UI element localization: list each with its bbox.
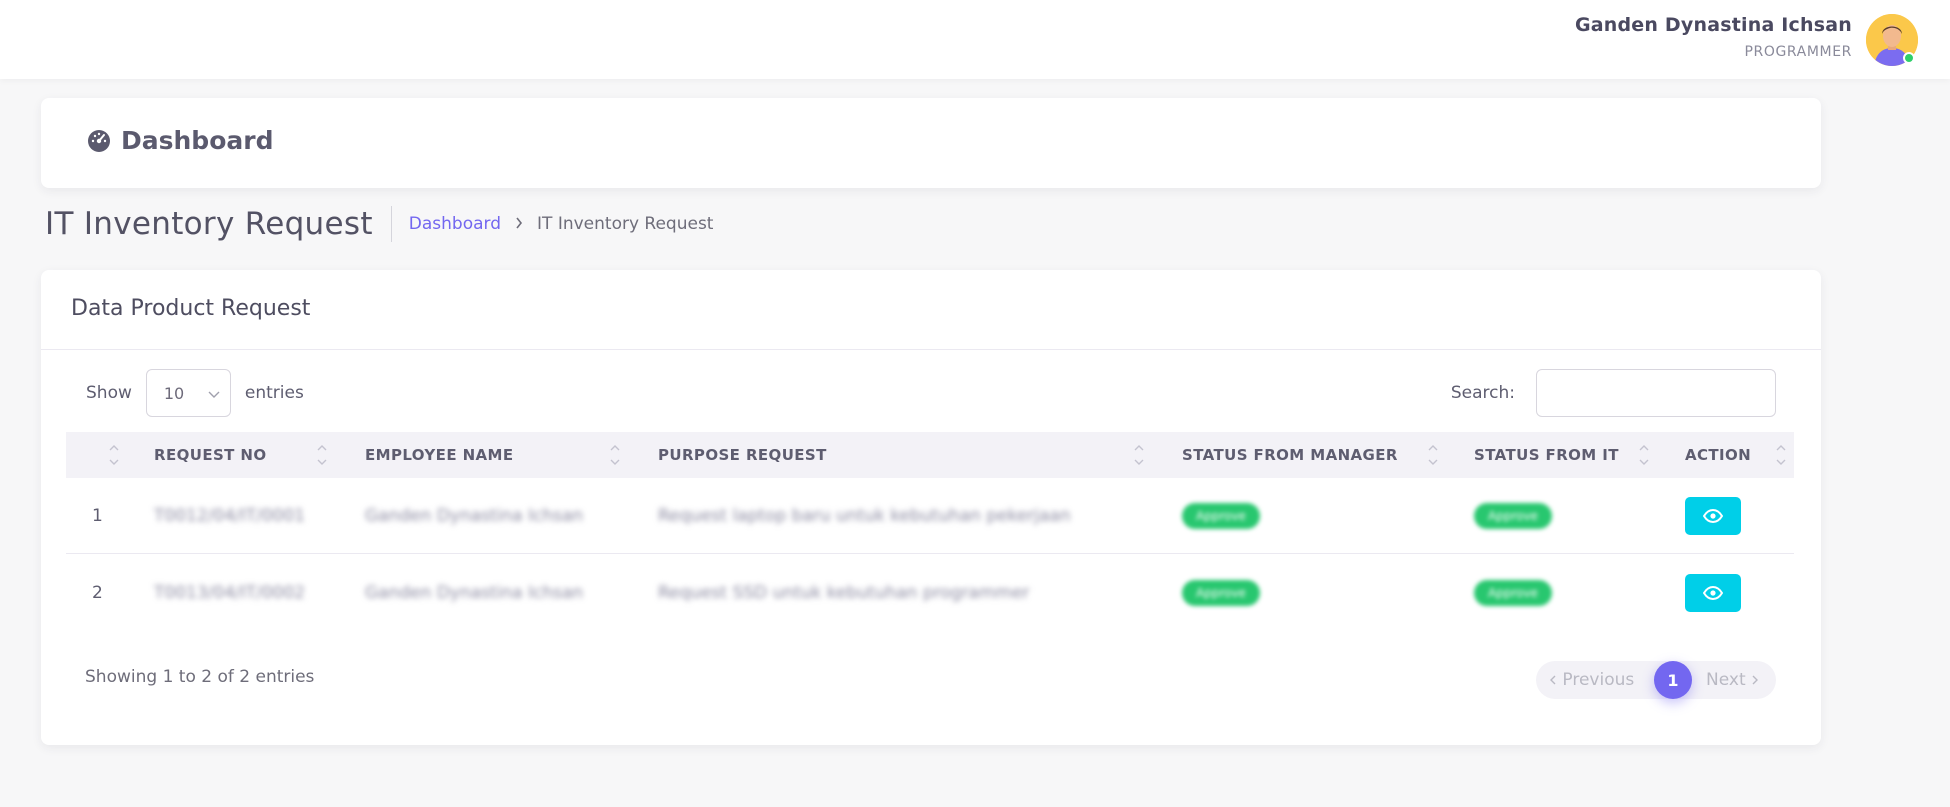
- dashboard-title-text: Dashboard: [121, 126, 274, 155]
- top-navbar: Ganden Dynastina Ichsan PROGRAMMER: [0, 0, 1950, 79]
- row-index: 2: [92, 583, 103, 603]
- page-heading: IT Inventory Request Dashboard IT Invent…: [45, 206, 713, 242]
- pagination: Previous 1 Next: [1536, 661, 1776, 699]
- purpose-request: Request laptop baru untuk kebutuhan peke…: [658, 506, 1071, 526]
- card-header: Data Product Request: [41, 270, 1821, 350]
- heading-divider: [390, 206, 392, 242]
- sort-arrows-icon: [1639, 445, 1649, 465]
- dashboard-gauge-icon: [88, 129, 110, 152]
- breadcrumb-dashboard-link[interactable]: Dashboard: [409, 214, 501, 234]
- next-page-button[interactable]: Next: [1706, 670, 1759, 690]
- table-row: 2 T0013/04/IT/0002 Ganden Dynastina Ichs…: [66, 555, 1794, 631]
- page-length-control: Show 10 entries: [86, 369, 304, 417]
- row-index: 1: [92, 506, 103, 526]
- search-label: Search:: [1450, 383, 1515, 403]
- dashboard-card: Dashboard: [41, 98, 1821, 188]
- previous-page-button[interactable]: Previous: [1550, 670, 1634, 690]
- employee-name: Ganden Dynastina Ichsan: [365, 506, 584, 526]
- eye-icon: [1703, 586, 1723, 600]
- user-info[interactable]: Ganden Dynastina Ichsan PROGRAMMER: [1575, 14, 1852, 60]
- view-button[interactable]: [1685, 574, 1741, 612]
- eye-icon: [1703, 509, 1723, 523]
- view-button[interactable]: [1685, 497, 1741, 535]
- status-it-cell: Approve: [1474, 478, 1552, 554]
- data-product-request-card: Data Product Request Show 10 entries Sea…: [41, 270, 1821, 745]
- sort-arrows-icon: [1428, 445, 1438, 465]
- breadcrumb-current: IT Inventory Request: [537, 214, 714, 234]
- page-title: IT Inventory Request: [45, 206, 373, 242]
- sort-arrows-icon: [610, 445, 620, 465]
- column-header-index[interactable]: [66, 432, 146, 478]
- action-cell: [1685, 555, 1741, 631]
- status-badge: Approve: [1474, 503, 1552, 529]
- table-info: Showing 1 to 2 of 2 entries: [85, 667, 315, 687]
- dashboard-title[interactable]: Dashboard: [87, 126, 273, 155]
- entries-label: entries: [244, 383, 304, 403]
- status-badge: Approve: [1182, 580, 1260, 606]
- action-cell: [1685, 478, 1741, 554]
- page-button-current[interactable]: 1: [1654, 661, 1692, 699]
- status-it-cell: Approve: [1474, 555, 1552, 631]
- page-length-select[interactable]: 10: [145, 369, 231, 417]
- status-manager-cell: Approve: [1182, 555, 1260, 631]
- sort-arrows-icon: [109, 445, 119, 465]
- page-length-value: 10: [163, 383, 185, 403]
- chevron-left-icon: [1550, 675, 1556, 685]
- request-no: T0013/04/IT/0002: [154, 583, 306, 603]
- column-header-purpose-request[interactable]: PURPOSE REQUEST: [658, 432, 1168, 478]
- table-header: REQUEST NO EMPLOYEE NAME PURPOSE REQUEST…: [66, 432, 1794, 478]
- purpose-request: Request SSD untuk kebutuhan programmer: [658, 583, 1030, 603]
- column-header-request-no[interactable]: REQUEST NO: [154, 432, 364, 478]
- status-manager-cell: Approve: [1182, 478, 1260, 554]
- user-name: Ganden Dynastina Ichsan: [1574, 14, 1852, 36]
- column-header-employee-name[interactable]: EMPLOYEE NAME: [365, 432, 655, 478]
- breadcrumb-chevron-right-icon: [515, 214, 523, 234]
- chevron-right-icon: [1752, 675, 1759, 685]
- search-input[interactable]: [1536, 369, 1776, 417]
- sort-arrows-icon: [1134, 445, 1144, 465]
- request-no: T0012/04/IT/0001: [154, 506, 306, 526]
- status-badge: Approve: [1474, 580, 1552, 606]
- search-control: Search:: [1451, 369, 1776, 417]
- employee-name: Ganden Dynastina Ichsan: [365, 583, 584, 603]
- column-header-status-manager[interactable]: STATUS FROM MANAGER: [1182, 432, 1472, 478]
- table-row: 1 T0012/04/IT/0001 Ganden Dynastina Ichs…: [66, 478, 1794, 554]
- chevron-down-icon: [208, 384, 220, 403]
- card-title: Data Product Request: [71, 296, 311, 321]
- column-header-action[interactable]: ACTION: [1685, 432, 1794, 478]
- sort-arrows-icon: [1776, 445, 1786, 465]
- online-status-dot: [1903, 52, 1915, 64]
- show-label: Show: [86, 383, 132, 403]
- sort-arrows-icon: [317, 445, 327, 465]
- column-header-status-it[interactable]: STATUS FROM IT: [1474, 432, 1684, 478]
- user-role: PROGRAMMER: [1744, 44, 1852, 60]
- status-badge: Approve: [1182, 503, 1260, 529]
